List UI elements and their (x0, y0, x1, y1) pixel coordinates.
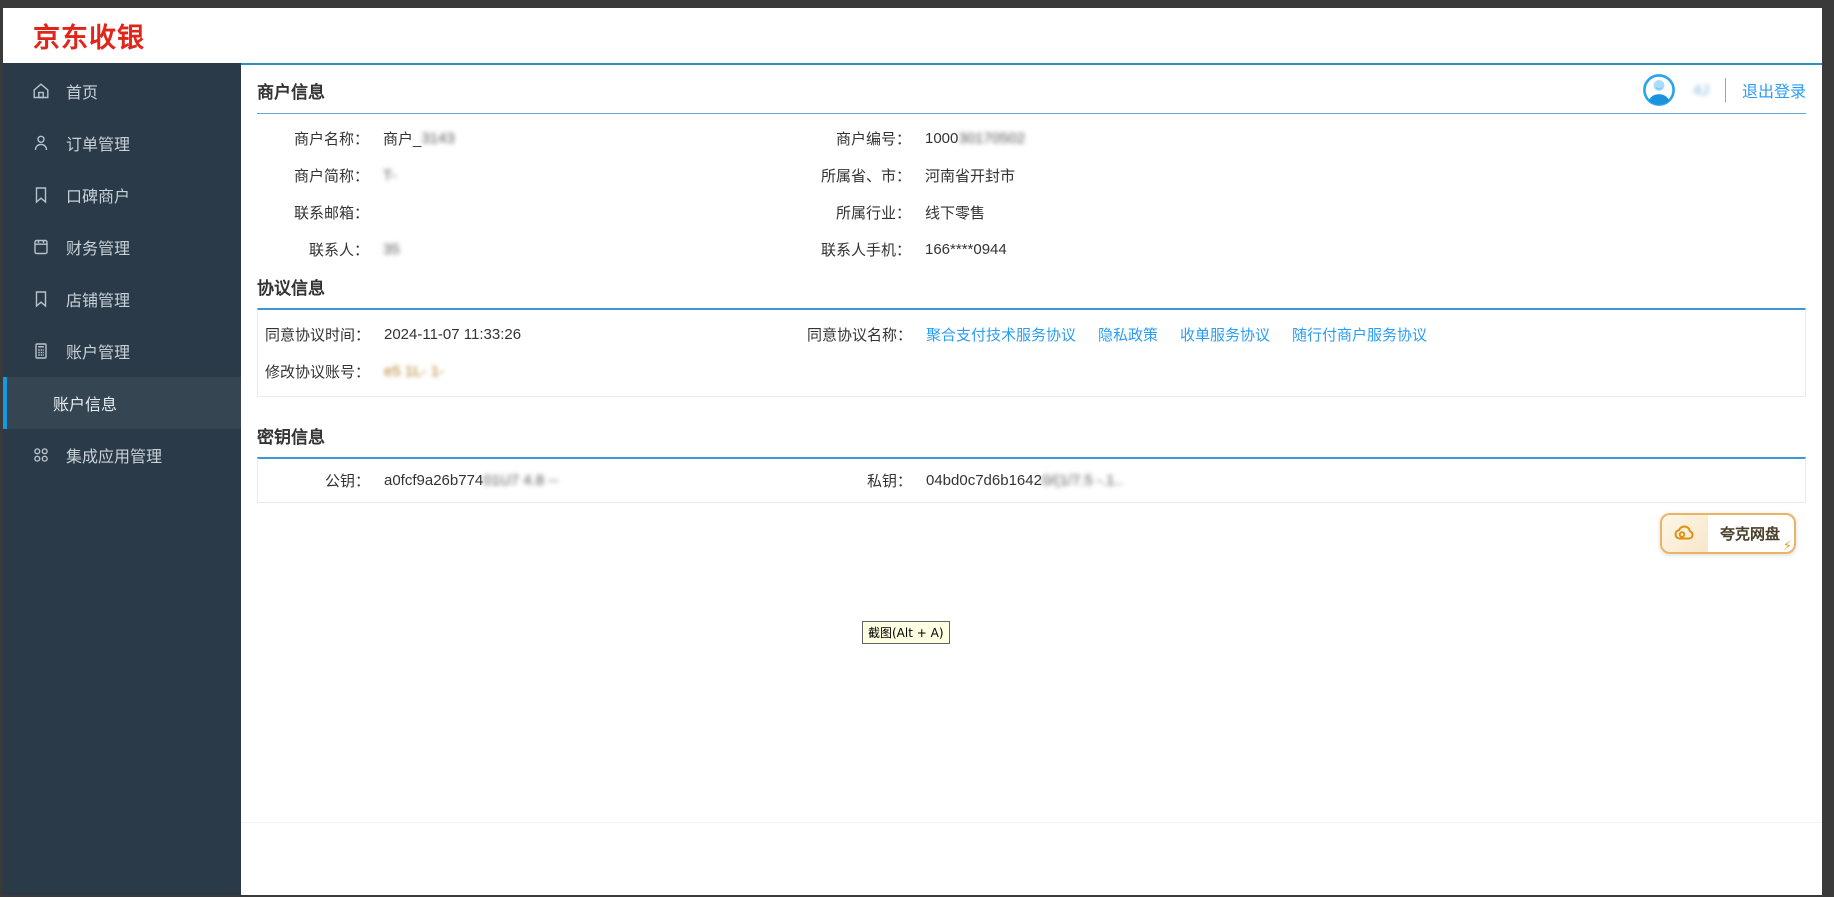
field-value (369, 194, 649, 231)
redacted-text: 3143 (421, 130, 455, 147)
redacted-text: T- (383, 167, 397, 184)
user-icon (31, 133, 51, 153)
field-label: 同意协议名称： (806, 327, 912, 344)
bookmark-icon (31, 185, 51, 205)
field-label: 联系人： (308, 242, 369, 259)
field-label: 修改协议账号： (264, 364, 370, 381)
app-window: 京东收银 首页 订单管理 口碑商户 财务管理 店铺管理 账户管理 账户信息 集成… (3, 8, 1822, 895)
app-body: 首页 订单管理 口碑商户 财务管理 店铺管理 账户管理 账户信息 集成应用管理 … (3, 63, 1822, 895)
screenshot-tooltip: 截图(Alt + A) (862, 621, 950, 644)
sidebar-item-account-info[interactable]: 账户信息 (3, 377, 241, 429)
sidebar-item-finance[interactable]: 财务管理 (3, 221, 241, 273)
page-topbar: 商户信息 4J 退出登录 (257, 67, 1806, 113)
field-label: 联系邮箱： (293, 205, 369, 222)
main-content: 商户信息 4J 退出登录 商户名称： 商户_ 3143 商户编号： 1000 3… (241, 63, 1822, 895)
sidebar-item-label: 集成应用管理 (66, 449, 163, 466)
key-grid: 公钥： a0fcf9a26b774 01U7 4.8 -- 私钥： 04bd0c7… (258, 462, 1805, 499)
agreement-box: 同意协议时间： 2024-11-07 11:33:26 同意协议名称： 聚合支付… (257, 308, 1806, 397)
sidebar-item-stores[interactable]: 店铺管理 (3, 273, 241, 325)
section-divider (257, 113, 1806, 114)
field-label: 商户编号： (835, 131, 911, 148)
agreement-section-title: 协议信息 (257, 279, 325, 298)
quark-netdisk-badge[interactable]: 夸克网盘 ⚡ (1659, 513, 1796, 554)
empty-cell (650, 353, 912, 390)
field-label: 商户名称： (293, 131, 369, 148)
redacted-text: 0/(1/7.5 -.1.. (1041, 472, 1123, 489)
field-value: 166****0944 (925, 241, 1007, 258)
avatar[interactable] (1641, 72, 1677, 108)
key-box: 公钥： a0fcf9a26b774 01U7 4.8 -- 私钥： 04bd0c7… (257, 457, 1806, 503)
value-prefix: 04bd0c7d6b1642 (926, 472, 1042, 489)
sidebar: 首页 订单管理 口碑商户 财务管理 店铺管理 账户管理 账户信息 集成应用管理 (3, 63, 241, 895)
divider (1724, 78, 1726, 102)
sidebar-item-label: 账户管理 (66, 345, 131, 362)
key-section-title: 密钥信息 (257, 428, 325, 447)
agreement-link[interactable]: 收单服务协议 (1180, 324, 1270, 345)
bookmark-icon (31, 289, 51, 309)
field-value: 商户_ 3143 (369, 120, 649, 157)
sidebar-item-home[interactable]: 首页 (3, 65, 241, 117)
home-icon (31, 81, 51, 101)
field-value: 1000 30170502 (911, 120, 1806, 157)
field-value: 35 (369, 231, 649, 268)
agreement-link[interactable]: 隐私政策 (1098, 324, 1158, 345)
ledger-icon (31, 237, 51, 257)
sidebar-item-label: 店铺管理 (66, 293, 131, 310)
page-title: 商户信息 (257, 82, 325, 102)
lightning-icon: ⚡ (1782, 538, 1792, 553)
field-value: 线下零售 (925, 205, 986, 222)
field-label: 所属行业： (835, 205, 911, 222)
sidebar-item-integrations[interactable]: 集成应用管理 (3, 429, 241, 481)
sidebar-item-koubei[interactable]: 口碑商户 (3, 169, 241, 221)
field-label: 商户简称： (293, 168, 369, 185)
sidebar-item-label: 口碑商户 (66, 189, 131, 206)
user-controls: 4J 退出登录 (1641, 72, 1806, 108)
footer-divider (241, 822, 1822, 823)
field-value: T- (369, 157, 649, 194)
quark-netdisk-label: 夸克网盘 (1719, 526, 1780, 543)
field-label: 私钥： (866, 473, 912, 490)
sidebar-item-orders[interactable]: 订单管理 (3, 117, 241, 169)
private-key-value: 04bd0c7d6b1642 0/(1/7.5 -.1.. (912, 462, 1805, 499)
merchant-info-grid: 商户名称： 商户_ 3143 商户编号： 1000 30170502 商户简称： T… (257, 120, 1806, 268)
agreement-links: 聚合支付技术服务协议 隐私政策 收单服务协议 随行付商户服务协议 (912, 316, 1805, 353)
app-header: 京东收银 (3, 8, 1822, 63)
public-key-value: a0fcf9a26b774 01U7 4.8 -- (370, 462, 650, 499)
redacted-text: 35 (383, 241, 400, 258)
calculator-icon (31, 341, 51, 361)
field-label: 联系人手机： (820, 242, 911, 259)
sidebar-item-label: 账户信息 (53, 397, 118, 414)
agreement-link[interactable]: 随行付商户服务协议 (1292, 324, 1427, 345)
agreement-grid: 同意协议时间： 2024-11-07 11:33:26 同意协议名称： 聚合支付… (258, 316, 1805, 390)
value-prefix: 商户_ (383, 131, 422, 148)
value-prefix: a0fcf9a26b774 (384, 472, 484, 489)
username-redacted: 4J (1693, 81, 1709, 99)
field-label: 公钥： (324, 473, 370, 490)
sidebar-item-label: 首页 (66, 85, 99, 102)
redacted-text: e5 1L- 1- (384, 363, 445, 380)
sidebar-item-accounts[interactable]: 账户管理 (3, 325, 241, 377)
sidebar-item-label: 财务管理 (66, 241, 131, 258)
value-prefix: 1000 (925, 130, 959, 147)
sidebar-item-label: 订单管理 (66, 137, 131, 154)
field-label: 同意协议时间： (264, 327, 370, 344)
logout-button[interactable]: 退出登录 (1742, 78, 1806, 102)
field-label: 所属省、市： (820, 168, 911, 185)
brand-logo: 京东收银 (33, 23, 145, 53)
apps-icon (31, 445, 51, 465)
agreement-link[interactable]: 聚合支付技术服务协议 (926, 324, 1076, 345)
redacted-text: 30170502 (958, 130, 1026, 147)
agreement-time-value: 2024-11-07 11:33:26 (384, 326, 522, 343)
redacted-text: 01U7 4.8 -- (483, 472, 559, 489)
empty-cell (912, 353, 1805, 390)
cloud-icon (1661, 515, 1708, 552)
field-value: e5 1L- 1- (370, 353, 650, 390)
field-value: 河南省开封市 (925, 168, 1016, 185)
